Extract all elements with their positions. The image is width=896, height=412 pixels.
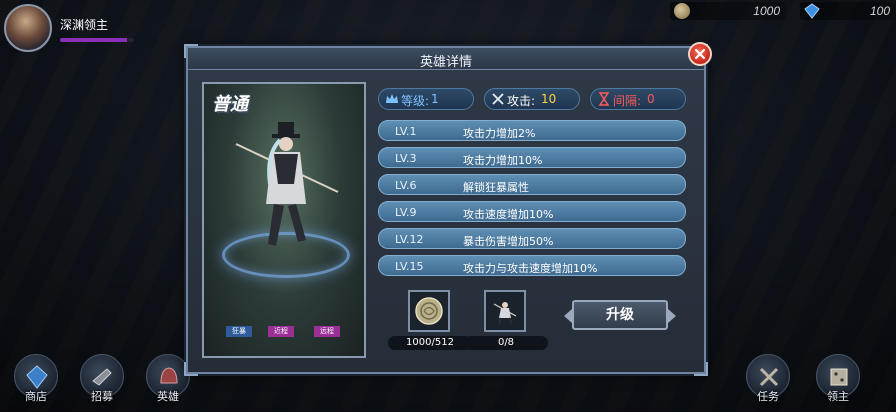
nav-shop-label: 商店 <box>25 390 47 403</box>
coin-icon <box>674 3 690 19</box>
coin-material[interactable]: 1000/512 <box>388 290 472 350</box>
attack-value: 10 <box>541 92 557 106</box>
frame-corner <box>184 362 198 376</box>
skill-desc: 攻击力与攻击速度增加10% <box>463 262 598 275</box>
skill-desc: 攻击力增加2% <box>463 127 536 140</box>
hero-shard-material[interactable]: 0/8 <box>464 290 548 350</box>
attack-label: 攻击: <box>507 94 536 108</box>
material-slot <box>484 290 526 332</box>
skill-level: LV.1 <box>395 125 417 138</box>
skill-row: LV.3 攻击力增加10% <box>378 147 686 168</box>
nav-lord-label: 领主 <box>827 390 849 403</box>
skill-desc: 解锁狂暴属性 <box>463 181 529 194</box>
exp-bar-fill <box>60 38 127 42</box>
gem-counter: 100 <box>800 2 896 20</box>
skill-level: LV.6 <box>395 179 417 192</box>
hero-shard-icon <box>493 302 517 325</box>
skill-desc: 攻击速度增加10% <box>463 208 554 221</box>
gold-counter: 1000 <box>670 2 786 20</box>
hero-portrait-card: 普通 狂暴 近程 远程 <box>202 82 366 358</box>
player-panel[interactable]: 深渊领主 <box>4 4 144 52</box>
close-button[interactable] <box>688 42 712 66</box>
nav-shop-button[interactable]: 商店 <box>10 354 62 406</box>
nav-lord-button[interactable]: 领主 <box>812 354 864 406</box>
level-label: 等级: <box>401 94 430 108</box>
skill-level: LV.9 <box>395 206 417 219</box>
interval-stat: 间隔: 0 <box>590 88 686 110</box>
skill-level: LV.12 <box>395 233 424 246</box>
interval-value: 0 <box>647 92 655 106</box>
interval-label: 间隔: <box>613 94 642 108</box>
gem-value: 100 <box>869 4 890 18</box>
skill-level: LV.3 <box>395 152 417 165</box>
nav-hero-label: 英雄 <box>157 390 179 403</box>
skill-row: LV.6 解锁狂暴属性 <box>378 174 686 195</box>
hourglass-icon <box>598 92 610 106</box>
skill-desc: 暴击伤害增加50% <box>463 235 554 248</box>
player-name: 深渊领主 <box>60 18 109 32</box>
nav-task-label: 任务 <box>757 390 779 403</box>
frame-corner <box>694 362 708 376</box>
skill-row: LV.12 暴击伤害增加50% <box>378 228 686 249</box>
modal-title-bar: 英雄详情 <box>188 48 704 70</box>
hero-figure <box>235 122 339 246</box>
crown-icon <box>386 94 398 103</box>
tag-berserk: 狂暴 <box>226 326 252 337</box>
material-slot <box>408 290 450 332</box>
nav-task-button[interactable]: 任务 <box>742 354 794 406</box>
level-stat: 等级: 1 <box>378 88 474 110</box>
nav-recruit-label: 招募 <box>91 390 113 403</box>
shard-material-count: 0/8 <box>464 336 548 350</box>
skill-level: LV.15 <box>395 260 424 273</box>
close-icon <box>694 48 706 60</box>
rarity-label: 普通 <box>212 94 248 115</box>
crossed-swords-icon <box>492 93 504 105</box>
tag-ranged: 远程 <box>314 326 340 337</box>
level-value: 1 <box>431 92 439 106</box>
modal-title: 英雄详情 <box>419 55 472 70</box>
coin-material-count: 1000/512 <box>388 336 472 350</box>
tag-melee: 近程 <box>268 326 294 337</box>
skill-row: LV.15 攻击力与攻击速度增加10% <box>378 255 686 276</box>
upgrade-button[interactable]: 升级 <box>564 300 676 330</box>
skill-row: LV.1 攻击力增加2% <box>378 120 686 141</box>
hero-tags: 狂暴 近程 远程 <box>204 326 364 338</box>
exp-bar <box>60 38 134 42</box>
diamond-icon <box>804 3 820 19</box>
gold-value: 1000 <box>753 4 780 18</box>
attack-stat: 攻击: 10 <box>484 88 580 110</box>
ancient-coin-icon <box>415 297 443 325</box>
skill-row: LV.9 攻击速度增加10% <box>378 201 686 222</box>
skill-desc: 攻击力增加10% <box>463 154 543 167</box>
avatar[interactable] <box>4 4 52 52</box>
nav-recruit-button[interactable]: 招募 <box>76 354 128 406</box>
hero-detail-modal: 英雄详情 普通 狂暴 近程 远程 等级: 1 攻击: 10 间隔: 0 LV.1… <box>184 42 712 376</box>
